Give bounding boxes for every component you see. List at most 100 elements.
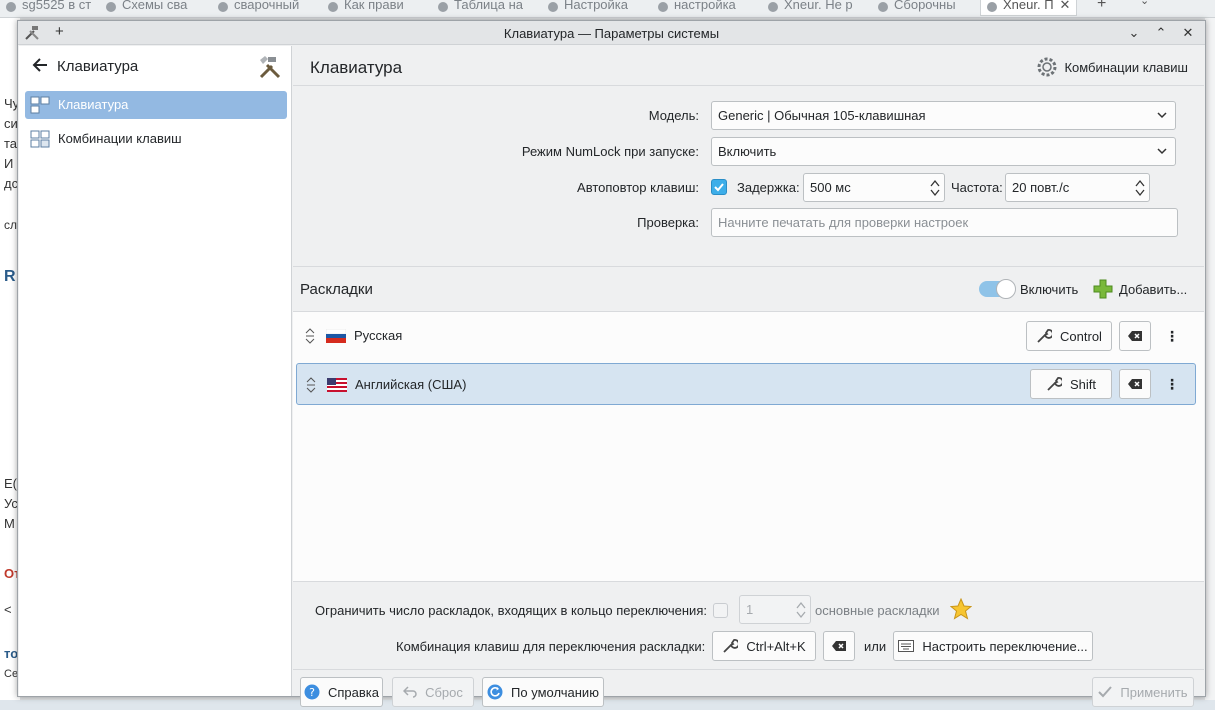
titlebar[interactable]: + Клавиатура — Параметры системы ⌄ ⌃ ✕	[18, 21, 1205, 45]
layouts-toggle[interactable]	[979, 279, 1016, 299]
wrench-icon	[1037, 329, 1053, 343]
add-icon	[1093, 279, 1113, 299]
layout-shortcut-button[interactable]: Shift	[1030, 369, 1112, 399]
switch-shortcut-button[interactable]: Ctrl+Alt+K	[712, 631, 816, 661]
star-icon[interactable]	[950, 598, 972, 620]
sidebar-item-keyboard[interactable]: Клавиатура	[25, 91, 287, 119]
keyboard-icon	[898, 640, 915, 652]
browser-tab[interactable]: Таблица на	[432, 0, 529, 16]
model-row: Модель: Generic | Обычная 105-клавишная	[293, 101, 1204, 131]
help-button[interactable]: ? Справка	[300, 677, 383, 707]
add-layout-label: Добавить...	[1119, 281, 1188, 297]
spin-arrows-icon[interactable]	[930, 178, 940, 198]
browser-tab[interactable]: Сборочны	[872, 0, 962, 16]
chevron-down-icon[interactable]: ⌄	[1140, 0, 1149, 7]
numlock-label: Режим NumLock при запуске:	[521, 144, 699, 159]
clear-shortcut-button[interactable]	[823, 631, 855, 661]
test-label: Проверка:	[637, 215, 699, 230]
bg-text: М	[4, 516, 15, 531]
limit-spinbox[interactable]: 1	[739, 595, 811, 624]
background-page-edge	[1205, 18, 1215, 710]
browser-tab[interactable]: Xneur. Не р	[762, 0, 859, 16]
reset-button[interactable]: Сброс	[392, 677, 474, 707]
delay-label: Задержка:	[737, 180, 800, 195]
sidebar-item-shortcuts[interactable]: Комбинации клавиш	[25, 125, 287, 153]
apply-button[interactable]: Применить	[1092, 677, 1194, 707]
bg-text: R	[4, 268, 16, 285]
browser-tab[interactable]: сварочный	[212, 0, 305, 16]
numlock-combobox[interactable]: Включить	[711, 137, 1176, 166]
chevron-down-icon	[1157, 148, 1167, 155]
bg-text: дс	[4, 176, 19, 191]
layouts-toggle-label: Включить	[1020, 282, 1079, 297]
browser-tab[interactable]: настройка	[652, 0, 742, 16]
configure-switching-label: Настроить переключение...	[922, 638, 1088, 654]
drag-handle-icon[interactable]	[306, 376, 316, 394]
layout-shortcut-label: Control	[1060, 328, 1102, 344]
layouts-header: Раскладки Включить Добавить...	[293, 267, 1204, 312]
layout-shortcut-label: Shift	[1069, 376, 1096, 392]
layouts-section: Раскладки Включить Добавить... Русская C…	[293, 266, 1204, 582]
bg-text: <	[4, 602, 12, 617]
maximize-icon[interactable]: ⌃	[1152, 24, 1170, 42]
model-combobox[interactable]: Generic | Обычная 105-клавишная	[711, 101, 1176, 130]
model-value: Generic | Обычная 105-клавишная	[718, 108, 926, 123]
spin-arrows-icon[interactable]	[1135, 178, 1145, 198]
checkmark-icon	[714, 183, 724, 192]
rate-spinbox[interactable]: 20 повт./с	[1005, 173, 1150, 202]
browser-tab[interactable]: Настройка	[542, 0, 634, 16]
sidebar-item-label: Клавиатура	[58, 97, 129, 112]
help-label: Справка	[328, 684, 379, 700]
backspace-icon	[1128, 379, 1142, 389]
close-icon[interactable]: ✕	[1179, 24, 1197, 42]
close-icon[interactable]: ✕	[1060, 0, 1071, 12]
switch-shortcut-label: Комбинация клавиш для переключения раскл…	[396, 639, 706, 654]
page-title: Клавиатура	[310, 58, 403, 77]
limit-checkbox[interactable]	[713, 603, 728, 618]
delay-spinbox[interactable]: 500 мс	[803, 173, 945, 202]
wrench-icon	[723, 639, 739, 653]
remove-layout-button[interactable]	[1119, 369, 1151, 399]
toggle-knob	[996, 279, 1016, 299]
test-row: Проверка: Начните печатать для проверки …	[293, 208, 1204, 238]
help-icon: ?	[304, 684, 320, 700]
keyboard-settings-icon	[30, 96, 50, 114]
browser-tab-active[interactable]: Xneur. П ✕	[980, 0, 1078, 16]
remove-layout-button[interactable]	[1119, 321, 1151, 351]
layout-row-russian[interactable]: Русская Control ⋮	[296, 315, 1196, 357]
shortcuts-button[interactable]: Комбинации клавиш	[1036, 56, 1188, 78]
more-options-icon[interactable]: ⋮	[1162, 326, 1182, 346]
more-options-icon[interactable]: ⋮	[1162, 374, 1182, 394]
new-tab-button[interactable]: +	[1097, 0, 1106, 13]
configure-switching-button[interactable]: Настроить переключение...	[893, 631, 1093, 661]
add-layout-button[interactable]: Добавить...	[1093, 279, 1187, 299]
defaults-label: По умолчанию	[511, 684, 599, 700]
defaults-button[interactable]: По умолчанию	[482, 677, 604, 707]
sidebar-item-label: Комбинации клавиш	[58, 131, 182, 146]
browser-tab[interactable]: Схемы сва	[100, 0, 193, 16]
numlock-row: Режим NumLock при запуске: Включить	[293, 137, 1204, 167]
drag-handle-icon[interactable]	[305, 327, 315, 345]
rate-value: 20 повт./с	[1012, 180, 1070, 195]
sidebar: Клавиатура Клавиатура Комбинации клавиш	[19, 46, 292, 696]
minimize-icon[interactable]: ⌄	[1125, 24, 1143, 42]
tools-icon[interactable]	[257, 54, 283, 80]
repeat-checkbox[interactable]	[711, 179, 727, 195]
layout-row-english[interactable]: Английская (США) Shift ⋮	[296, 363, 1196, 405]
layout-shortcut-button[interactable]: Control	[1026, 321, 1112, 351]
switch-shortcut-value: Ctrl+Alt+K	[746, 638, 806, 654]
spin-arrows-icon[interactable]	[796, 600, 806, 620]
bg-text: Ус	[4, 496, 18, 511]
rate-label: Частота:	[951, 180, 1003, 195]
sidebar-title: Клавиатура	[57, 58, 139, 75]
test-placeholder: Начните печатать для проверки настроек	[718, 215, 969, 230]
browser-tab[interactable]: sg5525 в ст	[0, 0, 97, 16]
browser-tab[interactable]: Как прави	[322, 0, 410, 16]
limit-value: 1	[746, 602, 754, 617]
backspace-icon	[1128, 331, 1142, 341]
limit-suffix: основные раскладки	[815, 603, 940, 618]
layouts-title: Раскладки	[300, 281, 373, 298]
settings-window: + Клавиатура — Параметры системы ⌄ ⌃ ✕ К…	[17, 20, 1206, 707]
back-arrow-icon[interactable]	[32, 57, 48, 73]
test-input[interactable]: Начните печатать для проверки настроек	[711, 208, 1178, 237]
